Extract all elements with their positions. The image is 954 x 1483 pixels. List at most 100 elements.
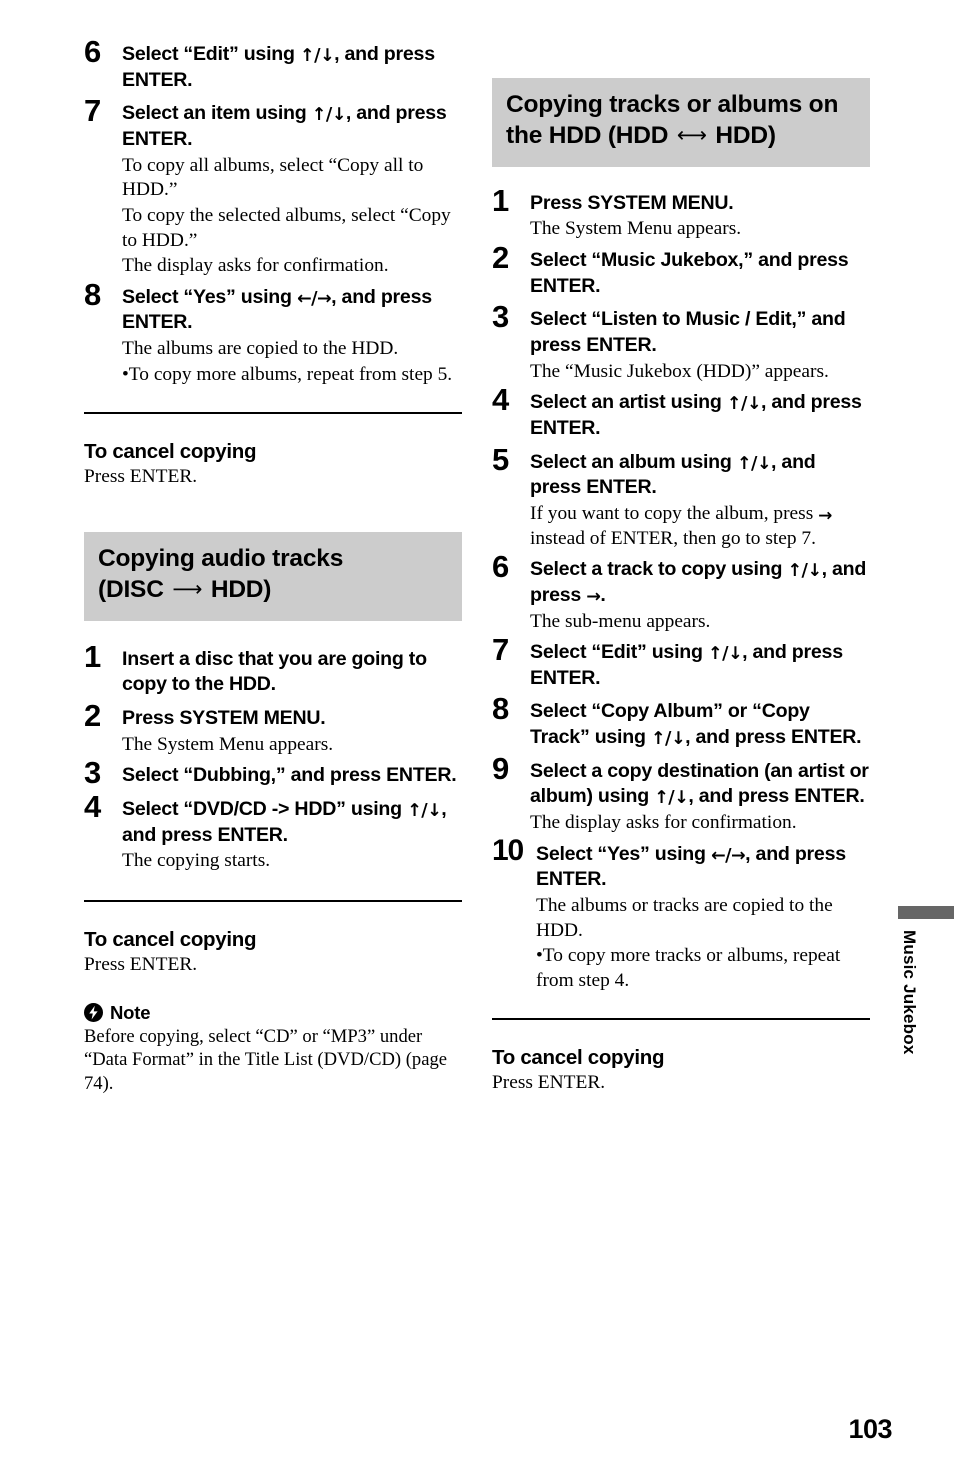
section-divider — [84, 900, 462, 902]
section-heading-post: HDD) — [708, 121, 776, 149]
right-column: Copying tracks or albums on the HDD (HDD… — [492, 78, 870, 1095]
step-number: 9 — [492, 750, 509, 786]
arrow-up-down-icon: ↑/↓ — [299, 46, 335, 66]
step-body-line: If you want to copy the album, press → i… — [530, 502, 870, 551]
arrow-up-down-icon: ↑/↓ — [654, 788, 689, 809]
section-heading-line1: Copying tracks or albums on — [506, 91, 839, 118]
arrow-up-down-icon: ↑/↓ — [787, 561, 822, 582]
step-item: 9 Select a copy destination (an artist o… — [492, 753, 870, 836]
step-item: 2 Select “Music Jukebox,” and press ENTE… — [492, 242, 870, 299]
step-title: Select a track to copy using ↑/↓, and pr… — [530, 557, 870, 608]
arrow-up-down-icon: ↑/↓ — [650, 729, 686, 750]
step-title-pre: Select “Edit” using — [122, 43, 300, 65]
page-number: 103 — [848, 1414, 892, 1444]
step-body-line: The display asks for confirmation. — [122, 255, 389, 277]
step-title: Select “Edit” using ↑/↓, and press ENTER… — [122, 42, 462, 93]
step-title: Select “Yes” using ←/→, and press ENTER. — [536, 842, 870, 893]
step-title: Select “Dubbing,” and press ENTER. — [122, 764, 457, 787]
note-label: Note — [110, 1001, 151, 1023]
step-body-line: The albums are copied to the HDD. — [122, 338, 399, 360]
step-bullet-text: To copy more albums, repeat from step 5. — [128, 363, 453, 385]
step-title: Select a copy destination (an artist or … — [530, 759, 870, 810]
step-body-line: To copy the selected albums, select “Cop… — [122, 204, 451, 251]
arrow-left-right-icon: ←/→ — [296, 288, 332, 309]
section-heading-copying-tracks-or-albums: Copying tracks or albums on the HDD (HDD… — [492, 78, 870, 167]
note-body: Before copying, select “CD” or “MP3” und… — [84, 1025, 448, 1094]
step-number: 4 — [84, 789, 101, 825]
cancel-copying-block: To cancel copying Press ENTER. — [492, 1046, 870, 1096]
sub-body: Press ENTER. — [492, 1071, 606, 1093]
step-title-post: , and press ENTER. — [688, 785, 865, 808]
left-column: 6 Select “Edit” using ↑/↓, and press ENT… — [84, 36, 462, 1096]
step-title: Select “Yes” using ←/→, and press ENTER. — [122, 285, 462, 336]
note-block: Note Before copying, select “CD” or “MP3… — [84, 1002, 462, 1096]
arrow-left-right-icon: ←/→ — [710, 845, 746, 866]
step-title: Press SYSTEM MENU. — [530, 191, 734, 214]
step-item: 5 Select an album using ↑/↓, and press E… — [492, 444, 870, 552]
step-item: 7 Select “Edit” using ↑/↓, and press ENT… — [492, 634, 870, 691]
arrow-left-right-icon: ⟷ — [676, 122, 707, 147]
section-divider — [84, 412, 462, 415]
step-item: 3 Select “Dubbing,” and press ENTER. — [84, 757, 462, 789]
section-heading-line1: Copying audio tracks — [98, 545, 344, 573]
step-item: 1 Insert a disc that you are going to co… — [84, 641, 462, 698]
side-tab-label: Music Jukebox — [900, 930, 919, 1055]
step-number: 10 — [492, 833, 524, 867]
step-title-pre: Select a track to copy using — [530, 558, 788, 581]
step-item: 6 Select a track to copy using ↑/↓, and … — [492, 551, 870, 634]
step-number: 3 — [492, 299, 509, 335]
step-number: 2 — [492, 240, 509, 276]
arrow-up-down-icon: ↑/↓ — [407, 801, 442, 822]
step-title: Insert a disc that you are going to copy… — [122, 647, 427, 696]
step-title: Select “DVD/CD -> HDD” using ↑/↓, and pr… — [122, 797, 462, 848]
step-title-pre: Select an artist using — [530, 391, 727, 414]
arrow-up-down-icon: ↑/↓ — [726, 394, 762, 415]
step-title: Select “Edit” using ↑/↓, and press ENTER… — [530, 640, 870, 691]
step-title: Select “Listen to Music / Edit,” and pre… — [530, 308, 846, 356]
step-title-pre: Select an item using — [122, 102, 312, 125]
step-number: 8 — [84, 276, 101, 312]
step-title-pre: Select “Yes” using — [536, 842, 711, 865]
step-number: 6 — [492, 549, 509, 585]
step-body-post: instead of ENTER, then go to step 7. — [530, 527, 816, 549]
step-body-line: The sub-menu appears. — [530, 610, 711, 632]
step-item: 2 Press SYSTEM MENU. The System Menu app… — [84, 700, 462, 757]
note-heading: Note — [84, 1002, 462, 1024]
sub-body: Press ENTER. — [84, 466, 198, 488]
step-bullet: •To copy more tracks or albums, repeat f… — [536, 944, 870, 993]
step-item: 6 Select “Edit” using ↑/↓, and press ENT… — [84, 36, 462, 93]
step-body-line: The display asks for confirmation. — [530, 812, 797, 834]
step-number: 6 — [84, 34, 101, 69]
step-title: Press SYSTEM MENU. — [122, 707, 326, 730]
section-divider — [492, 1017, 870, 1020]
cancel-copying-block: To cancel copying Press ENTER. — [84, 440, 462, 490]
section-heading-copying-audio-tracks: Copying audio tracks (DISC ⟶ HDD) — [84, 532, 462, 621]
step-item: 10 Select “Yes” using ←/→, and press ENT… — [492, 835, 870, 994]
arrow-up-down-icon: ↑/↓ — [736, 453, 772, 474]
step-body-pre: If you want to copy the album, press — [530, 502, 819, 524]
step-item: 1 Press SYSTEM MENU. The System Menu app… — [492, 185, 870, 242]
step-body-line: The albums or tracks are copied to the H… — [536, 895, 833, 941]
arrow-right-icon: ⟶ — [172, 576, 203, 601]
bullet-dot: • — [536, 945, 543, 967]
step-title: Select an album using ↑/↓, and press ENT… — [530, 450, 870, 501]
step-item: 8 Select “Yes” using ←/→, and press ENTE… — [84, 279, 462, 388]
arrow-up-down-icon: ↑/↓ — [707, 644, 743, 665]
arrow-right-icon: → — [818, 505, 833, 526]
step-number: 7 — [492, 632, 509, 668]
manual-page: 6 Select “Edit” using ↑/↓, and press ENT… — [0, 0, 954, 1483]
step-number: 1 — [84, 638, 101, 674]
step-number: 4 — [492, 382, 509, 418]
arrow-right-icon: → — [586, 586, 601, 607]
step-number: 2 — [84, 698, 101, 734]
sub-body: Press ENTER. — [84, 954, 198, 975]
step-title-post: , and press ENTER. — [685, 726, 862, 749]
step-number: 7 — [84, 93, 101, 129]
step-body-line: The copying starts. — [122, 850, 271, 872]
step-title-pre: Select “DVD/CD -> HDD” using — [122, 798, 408, 821]
step-body-line: The “Music Jukebox (HDD)” appears. — [530, 360, 829, 382]
section-heading-post: HDD) — [204, 575, 272, 603]
step-title-pre: Select an album using — [530, 450, 737, 473]
step-body-line: To copy all albums, select “Copy all to … — [122, 154, 424, 201]
sub-heading: To cancel copying — [492, 1045, 665, 1069]
